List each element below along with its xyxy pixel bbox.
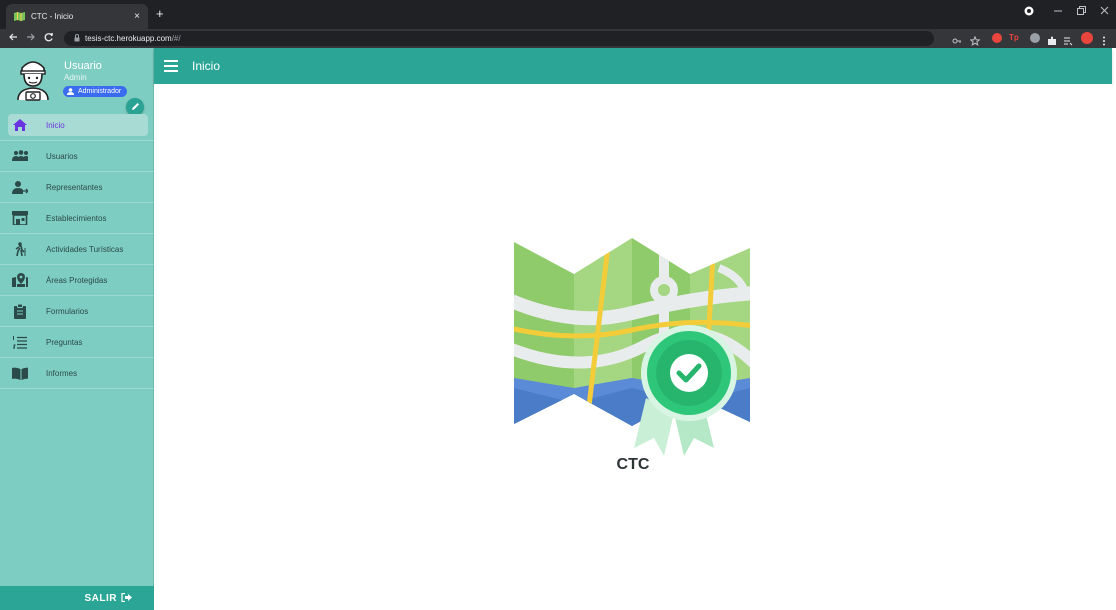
sidebar-item-label: Establecimientos <box>46 213 107 223</box>
lock-icon <box>74 33 80 44</box>
sidebar-item-label: Preguntas <box>46 337 83 347</box>
new-tab-button[interactable]: + <box>156 6 164 21</box>
reload-icon[interactable] <box>40 32 58 45</box>
profile-avatar-icon[interactable] <box>1081 32 1093 44</box>
store-icon <box>12 211 28 225</box>
sidebar-item-usuarios[interactable]: Usuarios <box>0 141 154 172</box>
reading-list-icon[interactable] <box>1063 33 1073 46</box>
tab-title: CTC - Inicio <box>31 12 74 21</box>
menu-toggle-icon[interactable] <box>164 60 178 72</box>
user-icon <box>67 88 74 95</box>
user-name: Usuario <box>64 60 102 72</box>
user-arrow-icon <box>12 180 28 194</box>
sidebar-item-label: Inicio <box>46 120 65 130</box>
tab-close-icon[interactable]: × <box>134 11 140 22</box>
sidebar-item-label: Usuarios <box>46 151 78 161</box>
sidebar-item-representantes[interactable]: Representantes <box>0 172 154 203</box>
sidebar: Usuario Admin Administrador Inicio Usuar… <box>0 48 154 610</box>
url-host: tesis-ctc.herokuapp.com <box>85 34 172 43</box>
clipboard-icon <box>12 303 28 319</box>
sign-out-icon <box>121 589 132 607</box>
book-icon <box>12 366 28 380</box>
extension-icon[interactable] <box>1030 33 1040 43</box>
profile-icon[interactable] <box>1024 6 1034 19</box>
home-icon <box>12 118 28 132</box>
main-content: CTC <box>154 84 1112 610</box>
avatar <box>14 56 52 102</box>
logout-label: SALIR <box>84 592 117 604</box>
puzzle-icon[interactable] <box>1047 33 1057 45</box>
sidebar-item-preguntas[interactable]: Preguntas <box>0 327 154 358</box>
forward-icon[interactable] <box>22 32 40 45</box>
users-icon <box>12 149 28 163</box>
sidebar-item-informes[interactable]: Informes <box>0 358 154 389</box>
sidebar-menu: Inicio Usuarios Representantes Estableci… <box>0 110 154 389</box>
url-path: /#/ <box>171 34 181 43</box>
hiking-icon <box>12 241 28 256</box>
key-icon[interactable] <box>952 33 962 44</box>
sidebar-item-label: Formularios <box>46 306 89 316</box>
restore-icon[interactable] <box>1077 6 1086 19</box>
address-bar[interactable]: tesis-ctc.herokuapp.com /#/ <box>64 31 934 46</box>
top-bar: Inicio <box>154 48 1112 84</box>
role-badge-label: Administrador <box>78 88 122 95</box>
close-window-icon[interactable] <box>1100 6 1109 19</box>
sidebar-item-areas[interactable]: Áreas Protegidas <box>0 265 154 296</box>
sidebar-item-label: Actividades Turísticas <box>46 244 124 254</box>
map-favicon-icon <box>14 12 25 21</box>
user-profile: Usuario Admin Administrador <box>0 48 154 116</box>
minimize-icon[interactable] <box>1054 6 1062 19</box>
sidebar-item-inicio[interactable]: Inicio <box>0 110 154 141</box>
map-certified-illustration <box>514 238 754 458</box>
more-options-icon[interactable] <box>1102 33 1112 46</box>
role-badge: Administrador <box>63 86 128 97</box>
sidebar-item-label: Informes <box>46 368 78 378</box>
sidebar-item-label: Áreas Protegidas <box>46 275 108 285</box>
list-icon <box>12 335 28 349</box>
back-icon[interactable] <box>4 32 22 45</box>
logout-button[interactable]: SALIR <box>0 586 154 610</box>
sidebar-item-label: Representantes <box>46 182 103 192</box>
tp-extension-icon[interactable]: Tp <box>1009 33 1019 43</box>
star-icon[interactable] <box>969 33 981 46</box>
sidebar-item-actividades[interactable]: Actividades Turísticas <box>0 234 154 265</box>
user-role: Admin <box>64 73 87 82</box>
browser-tab-bar: CTC - Inicio × + <box>0 0 1116 29</box>
sidebar-item-establecimientos[interactable]: Establecimientos <box>0 203 154 234</box>
brand-title: CTC <box>616 456 650 473</box>
sidebar-item-formularios[interactable]: Formularios <box>0 296 154 327</box>
adblock-extension-icon[interactable] <box>992 33 1002 43</box>
map-marker-icon <box>12 273 28 287</box>
browser-toolbar: tesis-ctc.herokuapp.com /#/ Tp <box>0 29 1116 48</box>
page-title: Inicio <box>192 59 221 73</box>
browser-tab[interactable]: CTC - Inicio × <box>6 4 148 29</box>
